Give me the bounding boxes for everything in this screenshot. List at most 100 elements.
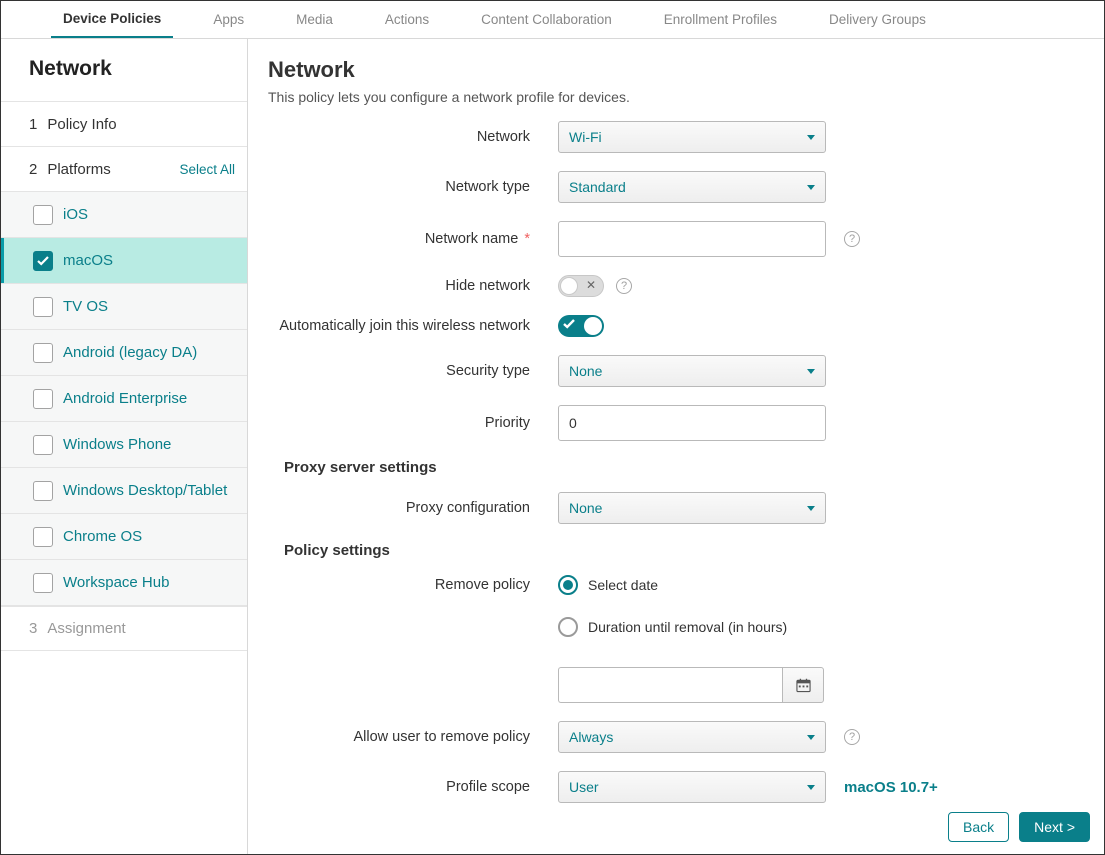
checkbox[interactable] <box>33 343 53 363</box>
checkbox[interactable] <box>33 527 53 547</box>
platform-label: Chrome OS <box>63 528 142 545</box>
platform-android-legacy[interactable]: Android (legacy DA) <box>1 330 247 376</box>
row-profile-scope: Profile scope User macOS 10.7+ <box>268 771 1082 803</box>
platform-label: Windows Phone <box>63 436 171 453</box>
step-num: 2 <box>29 161 37 178</box>
platform-macos[interactable]: macOS <box>1 238 247 284</box>
footer-actions: Back Next > <box>948 812 1090 842</box>
checkbox[interactable] <box>33 205 53 225</box>
content-area: Network This policy lets you configure a… <box>248 39 1104 854</box>
button-label: Back <box>963 819 994 835</box>
platform-workspace-hub[interactable]: Workspace Hub <box>1 560 247 606</box>
label-profile-scope: Profile scope <box>268 779 558 795</box>
select-all-link[interactable]: Select All <box>179 162 235 177</box>
row-remove-policy: Remove policy Select date <box>268 575 1082 595</box>
platform-ios[interactable]: iOS <box>1 192 247 238</box>
label-network-type: Network type <box>268 179 558 195</box>
page-title: Network <box>268 57 1082 83</box>
toggle-hide-network[interactable]: ✕ <box>558 275 604 297</box>
step-policy-info[interactable]: 1 Policy Info <box>1 101 247 146</box>
help-icon[interactable]: ? <box>616 278 632 294</box>
tab-enrollment-profiles[interactable]: Enrollment Profiles <box>652 1 789 38</box>
tab-label: Actions <box>385 12 429 27</box>
platform-label: Workspace Hub <box>63 574 169 591</box>
back-button[interactable]: Back <box>948 812 1009 842</box>
select-value: Always <box>569 729 613 745</box>
select-proxy-config[interactable]: None <box>558 492 826 524</box>
platform-windows-phone[interactable]: Windows Phone <box>1 422 247 468</box>
row-security-type: Security type None <box>268 355 1082 387</box>
input-network-name[interactable] <box>558 221 826 257</box>
row-network-name: Network name * ? <box>268 221 1082 257</box>
step-label: Platforms <box>47 161 110 178</box>
tab-delivery-groups[interactable]: Delivery Groups <box>817 1 938 38</box>
caret-down-icon <box>807 506 815 511</box>
label-remove-policy: Remove policy <box>268 577 558 593</box>
top-tabs: Device Policies Apps Media Actions Conte… <box>1 1 1104 39</box>
platform-list: iOS macOS TV OS Android (legacy DA) Andr… <box>1 191 247 606</box>
checkbox[interactable] <box>33 251 53 271</box>
caret-down-icon <box>807 135 815 140</box>
tab-media[interactable]: Media <box>284 1 345 38</box>
step-assignment[interactable]: 3 Assignment <box>1 606 247 651</box>
label-text: Network name <box>425 231 518 247</box>
checkbox[interactable] <box>33 389 53 409</box>
date-input-group <box>558 667 824 703</box>
tab-apps[interactable]: Apps <box>201 1 256 38</box>
tab-label: Content Collaboration <box>481 12 612 27</box>
platform-label: macOS <box>63 252 113 269</box>
step-platforms[interactable]: 2 Platforms Select All <box>1 146 247 191</box>
x-icon: ✕ <box>586 278 596 292</box>
checkbox[interactable] <box>33 481 53 501</box>
tab-content-collaboration[interactable]: Content Collaboration <box>469 1 624 38</box>
input-date[interactable] <box>558 667 782 703</box>
toggle-auto-join[interactable] <box>558 315 604 337</box>
label-allow-remove: Allow user to remove policy <box>268 729 558 745</box>
platform-tvos[interactable]: TV OS <box>1 284 247 330</box>
step-num: 3 <box>29 620 37 637</box>
row-remove-policy-duration: Duration until removal (in hours) <box>268 617 1082 637</box>
caret-down-icon <box>807 369 815 374</box>
select-allow-remove[interactable]: Always <box>558 721 826 753</box>
tab-label: Enrollment Profiles <box>664 12 777 27</box>
tab-actions[interactable]: Actions <box>373 1 441 38</box>
row-auto-join: Automatically join this wireless network <box>268 315 1082 337</box>
toggle-knob <box>560 277 578 295</box>
help-icon[interactable]: ? <box>844 729 860 745</box>
radio-label: Duration until removal (in hours) <box>588 619 787 635</box>
sidebar-title: Network <box>1 39 247 101</box>
select-network[interactable]: Wi-Fi <box>558 121 826 153</box>
select-security-type[interactable]: None <box>558 355 826 387</box>
select-value: None <box>569 363 602 379</box>
caret-down-icon <box>807 185 815 190</box>
calendar-button[interactable] <box>782 667 824 703</box>
platform-label: TV OS <box>63 298 108 315</box>
next-button[interactable]: Next > <box>1019 812 1090 842</box>
platform-windows-desktop[interactable]: Windows Desktop/Tablet <box>1 468 247 514</box>
row-network-type: Network type Standard <box>268 171 1082 203</box>
select-profile-scope[interactable]: User <box>558 771 826 803</box>
tab-device-policies[interactable]: Device Policies <box>51 1 173 38</box>
label-security-type: Security type <box>268 363 558 379</box>
platform-label: Android Enterprise <box>63 390 187 407</box>
platform-chrome-os[interactable]: Chrome OS <box>1 514 247 560</box>
checkbox[interactable] <box>33 435 53 455</box>
row-network: Network Wi-Fi <box>268 121 1082 153</box>
radio-duration[interactable] <box>558 617 578 637</box>
label-proxy-config: Proxy configuration <box>268 500 558 516</box>
input-priority[interactable] <box>558 405 826 441</box>
select-network-type[interactable]: Standard <box>558 171 826 203</box>
button-label: Next > <box>1034 819 1075 835</box>
help-icon[interactable]: ? <box>844 231 860 247</box>
radio-select-date[interactable] <box>558 575 578 595</box>
tab-label: Device Policies <box>63 11 161 26</box>
toggle-knob <box>584 317 602 335</box>
caret-down-icon <box>807 735 815 740</box>
checkbox[interactable] <box>33 297 53 317</box>
platform-android-enterprise[interactable]: Android Enterprise <box>1 376 247 422</box>
os-version-badge: macOS 10.7+ <box>844 779 938 796</box>
select-value: Standard <box>569 179 626 195</box>
tab-label: Media <box>296 12 333 27</box>
checkbox[interactable] <box>33 573 53 593</box>
row-allow-remove: Allow user to remove policy Always ? <box>268 721 1082 753</box>
